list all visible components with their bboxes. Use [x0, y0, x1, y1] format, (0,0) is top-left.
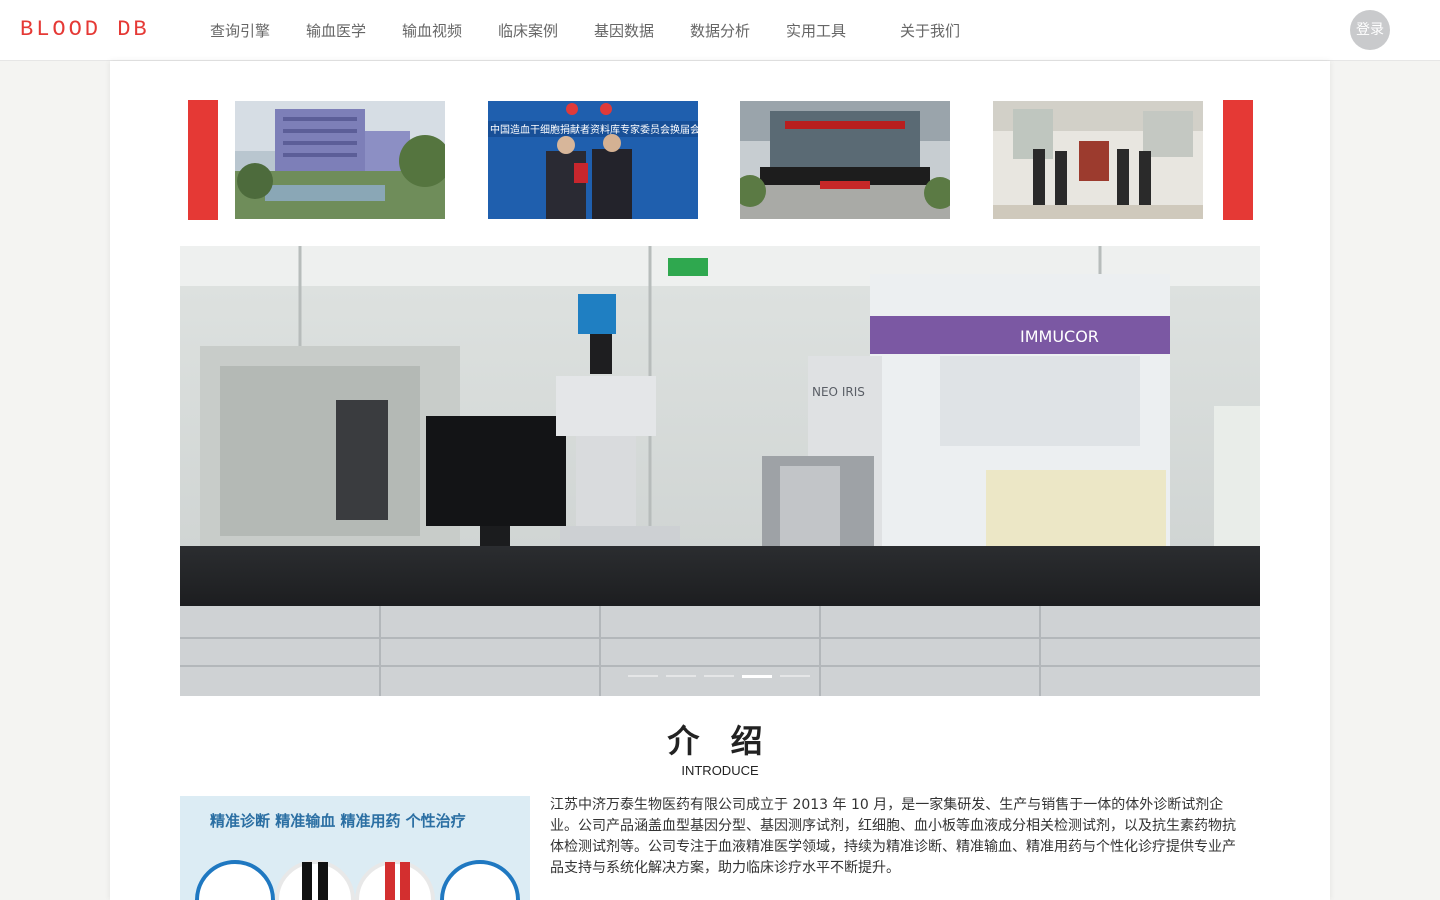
carousel-dot-2[interactable]: [666, 675, 696, 677]
product-banner-image: 精准诊断 精准输血 精准用药 个性治疗: [180, 796, 530, 900]
intro-paragraph: 江苏中济万泰生物医药有限公司成立于 2013 年 10 月，是一家集研发、生产与…: [550, 797, 1236, 876]
intro-subtitle: INTRODUCE: [681, 763, 759, 778]
carousel-dot-5[interactable]: [780, 675, 810, 677]
thumbnail-group-lobby[interactable]: [993, 101, 1203, 219]
blood-db-logo[interactable]: BLOOD DB: [20, 15, 170, 41]
neo-iris-label: NEO IRIS: [812, 385, 865, 399]
ceremony-banner-text: 中国造血干细胞捐献者资料库专家委员会换届会议: [490, 123, 698, 136]
immucor-label: IMMUCOR: [1020, 327, 1099, 346]
nav-item-videos[interactable]: 输血视频: [402, 20, 462, 41]
building-exterior-image: [235, 101, 445, 219]
intro-product-image: 精准诊断 精准输血 精准用药 个性治疗: [180, 796, 530, 900]
thumbnail-group-entrance[interactable]: [740, 101, 950, 219]
group-photo-entrance-image: [740, 101, 950, 219]
nav-item-tools[interactable]: 实用工具: [786, 20, 846, 41]
nav-item-gene-data[interactable]: 基因数据: [594, 20, 654, 41]
nav-item-clinical-cases[interactable]: 临床案例: [498, 20, 558, 41]
carousel-dot-4[interactable]: [742, 675, 772, 678]
nav-item-transfusion-med[interactable]: 输血医学: [306, 20, 366, 41]
login-button[interactable]: 登录: [1350, 10, 1390, 50]
carousel-dot-3[interactable]: [704, 675, 734, 677]
laboratory-image: IMMUCOR NEO IRIS: [180, 246, 1260, 696]
carousel-prev-button[interactable]: [188, 100, 218, 220]
nav-item-about[interactable]: 关于我们: [900, 20, 960, 41]
nav-item-data-analysis[interactable]: 数据分析: [690, 20, 750, 41]
hero-slide[interactable]: IMMUCOR NEO IRIS: [180, 246, 1260, 696]
thumbnail-ceremony[interactable]: 中国造血干细胞捐献者资料库专家委员会换届会议: [488, 101, 698, 219]
carousel-dot-1[interactable]: [628, 675, 658, 677]
award-ceremony-image: 中国造血干细胞捐献者资料库专家委员会换届会议: [488, 101, 698, 219]
intro-title: 介 绍: [667, 722, 773, 760]
group-photo-lobby-image: [993, 101, 1203, 219]
thumbnail-building[interactable]: [235, 101, 445, 219]
product-banner-caption: 精准诊断 精准输血 精准用药 个性治疗: [210, 812, 466, 830]
nav-item-search-engine[interactable]: 查询引擎: [210, 20, 270, 41]
carousel-next-button[interactable]: [1223, 100, 1253, 220]
logo-text: BLOOD DB: [20, 17, 150, 41]
top-header: BLOOD DB 查询引擎 输血医学 输血视频 临床案例 基因数据 数据分析 实…: [0, 0, 1440, 61]
